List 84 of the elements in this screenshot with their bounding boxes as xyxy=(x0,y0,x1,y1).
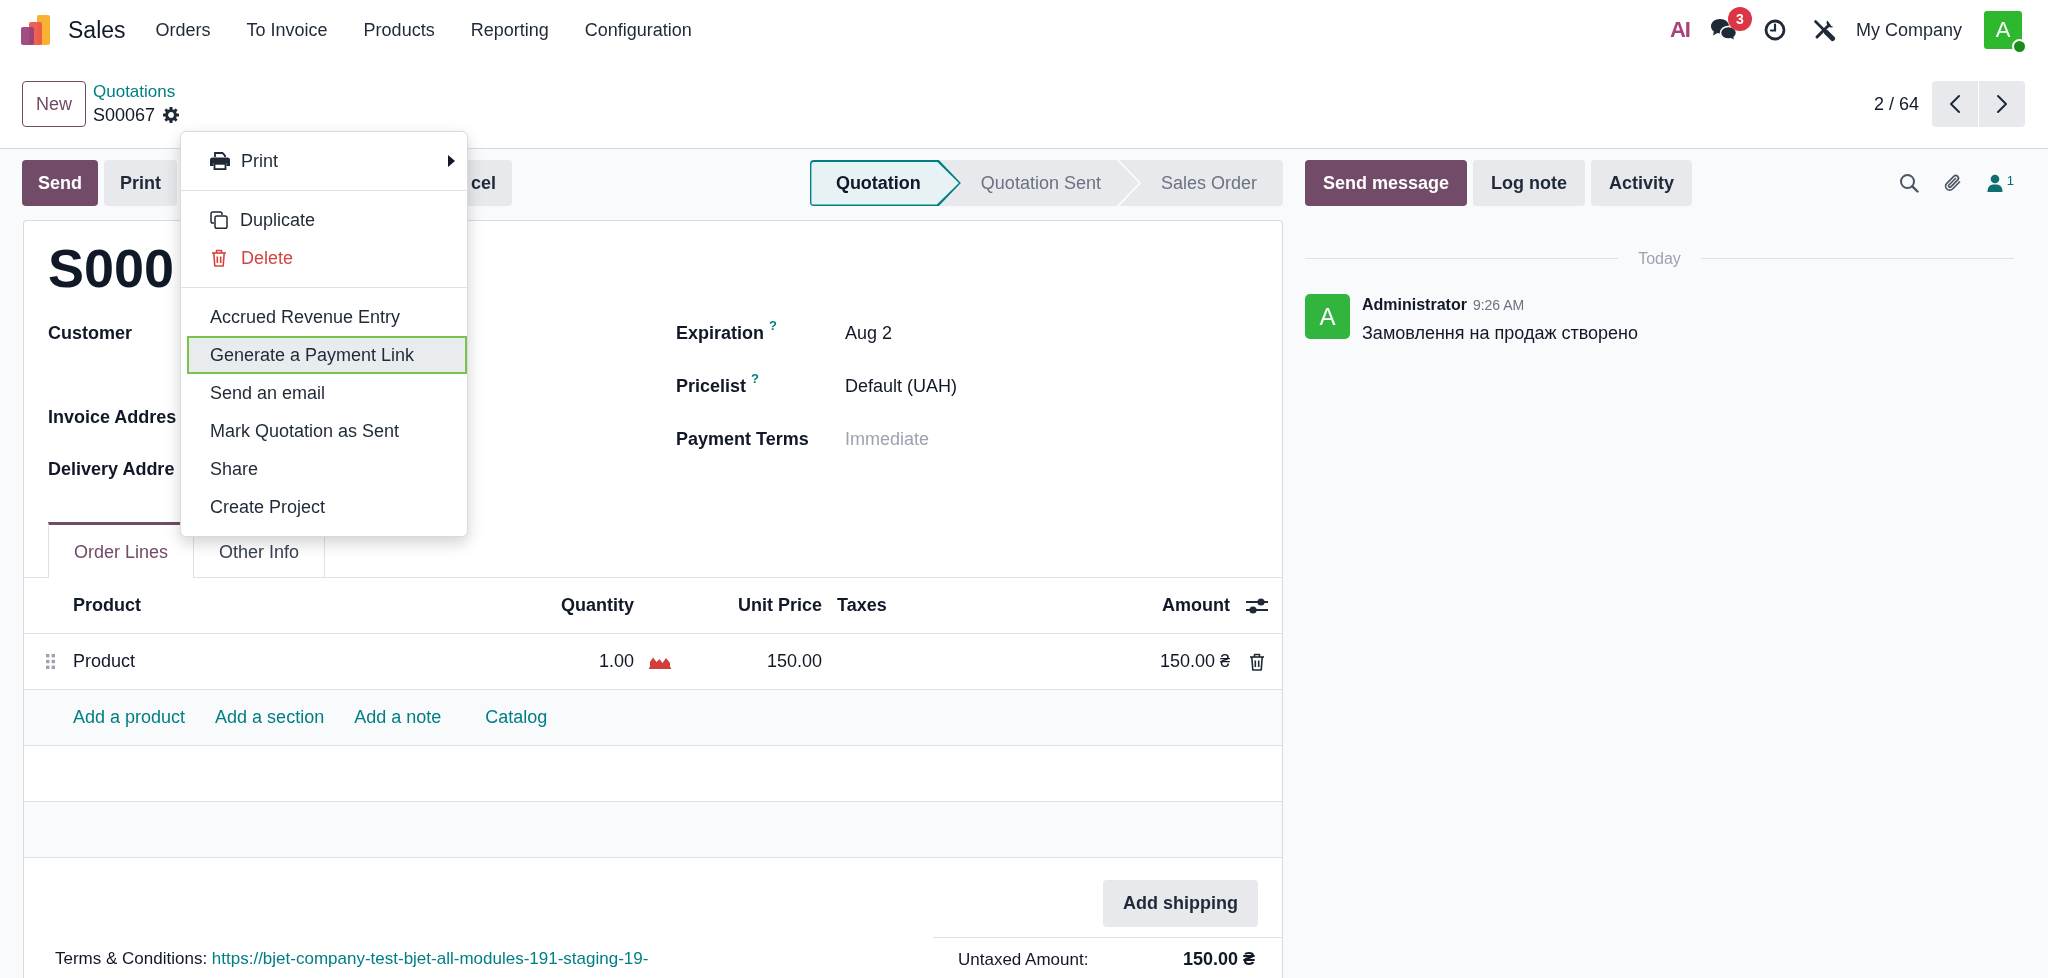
message-text: Замовлення на продаж створено xyxy=(1362,323,1639,344)
add-link[interactable]: Catalog xyxy=(485,707,548,728)
nav-menu-item[interactable]: Configuration xyxy=(566,15,710,45)
add-link[interactable]: Add a product xyxy=(73,707,186,728)
new-button[interactable]: New xyxy=(22,81,86,127)
caret-right-icon xyxy=(448,155,455,167)
column-header[interactable]: Unit Price xyxy=(691,595,822,616)
search-icon[interactable] xyxy=(1898,173,1919,193)
chatter-button[interactable]: Activity xyxy=(1591,160,1693,206)
table-cell: 150.00 xyxy=(766,651,822,672)
nav-menu-item[interactable]: Reporting xyxy=(452,15,567,45)
nav-menu-item[interactable]: Products xyxy=(345,15,453,45)
dropdown-item[interactable]: Send an email xyxy=(181,374,467,412)
dropdown-item[interactable]: Accrued Revenue Entry xyxy=(181,298,467,336)
table-cell: Product xyxy=(73,651,136,672)
status-step[interactable]: Quotation Sent xyxy=(962,160,1141,206)
paperclip-icon[interactable] xyxy=(1942,173,1963,193)
field-label: Expiration xyxy=(676,322,764,345)
date-divider: Today xyxy=(1637,249,1682,268)
printer-icon xyxy=(210,152,230,170)
terms-text: Terms & Conditions: https://bjet-company-test-bjet-all-modules-191-staging-19- xyxy=(54,948,649,969)
app-logo-icon[interactable] xyxy=(20,15,52,45)
add-link[interactable]: Add a section xyxy=(215,707,325,728)
dropdown-item[interactable]: Share xyxy=(181,450,467,488)
field-label: Delivery Addre xyxy=(48,459,175,479)
settings-icon[interactable] xyxy=(163,107,180,123)
field-label: Pricelist xyxy=(676,375,747,398)
dropdown-item[interactable]: Duplicate xyxy=(181,201,467,239)
chevron-right-icon xyxy=(1996,94,2008,114)
record-name: S00067 xyxy=(93,104,156,127)
help-mark[interactable]: ? xyxy=(769,319,777,333)
action-button[interactable]: Send xyxy=(22,160,98,206)
table-cell: 150.00 ₴ xyxy=(1159,651,1230,672)
dropdown-item[interactable]: Generate a Payment Link xyxy=(187,336,467,374)
company-switcher[interactable]: My Company xyxy=(1855,19,1962,41)
trash-icon xyxy=(211,249,227,267)
breadcrumb-link[interactable]: Quotations xyxy=(93,81,180,103)
total-value: 150.00 ₴ xyxy=(1182,949,1255,970)
notification-badge: 3 xyxy=(1727,7,1752,31)
clock-icon[interactable] xyxy=(1763,19,1786,41)
status-step[interactable]: Quotation xyxy=(809,160,961,206)
delete-icon[interactable] xyxy=(1249,652,1265,671)
field-value[interactable]: Aug 2 xyxy=(845,319,893,347)
chevron-left-icon xyxy=(1949,94,1961,114)
next-button[interactable] xyxy=(1979,81,2025,127)
nav-menu-item[interactable]: Orders xyxy=(137,15,229,45)
add-link[interactable]: Add a note xyxy=(354,707,442,728)
column-header[interactable]: Product xyxy=(73,595,541,616)
dropdown-item[interactable]: Print xyxy=(181,142,467,180)
field-value[interactable]: Default (UAH) xyxy=(845,372,958,400)
help-mark[interactable]: ? xyxy=(751,372,759,386)
author-name[interactable]: Administrator xyxy=(1362,296,1467,313)
message-time: 9:26 AM xyxy=(1472,297,1525,313)
followers-button[interactable]: 1 xyxy=(1986,174,2014,192)
app-name[interactable]: Sales xyxy=(68,16,126,44)
field-label: Customer xyxy=(48,323,132,343)
tools-icon[interactable] xyxy=(1811,18,1836,42)
ai-button[interactable]: AI xyxy=(1669,17,1690,43)
previous-button[interactable] xyxy=(1932,81,1978,127)
nav-menu-item[interactable]: To Invoice xyxy=(228,15,346,45)
column-header[interactable]: Amount xyxy=(1001,595,1230,616)
copy-icon xyxy=(210,211,228,229)
drag-handle-icon[interactable] xyxy=(46,654,55,669)
terms-link[interactable]: https://bjet-company-test-bjet-all-modules-191-staging-19- xyxy=(211,949,649,968)
chatter-button[interactable]: Log note xyxy=(1473,160,1586,206)
input-field[interactable]: Immediate xyxy=(845,425,1145,453)
action-button[interactable]: Print xyxy=(104,160,178,206)
column-header[interactable]: Quantity xyxy=(541,595,634,616)
add-shipping-button[interactable]: Add shipping xyxy=(1103,880,1258,927)
dropdown-item[interactable]: Delete xyxy=(181,239,467,277)
field-label: Invoice Addres xyxy=(48,407,177,427)
chatter-button[interactable]: Send message xyxy=(1305,160,1468,206)
field-label: Payment Terms xyxy=(676,428,809,451)
table-cell: 1.00 xyxy=(598,651,634,672)
tab[interactable]: Order Lines xyxy=(48,522,195,578)
pager-counter: 2 / 64 xyxy=(1873,93,1919,115)
total-label: Untaxed Amount: xyxy=(958,949,1089,970)
author-avatar: A xyxy=(1305,294,1350,339)
action-button[interactable]: cel xyxy=(467,160,512,206)
person-icon xyxy=(1986,174,2003,192)
dropdown-item[interactable]: Mark Quotation as Sent xyxy=(181,412,467,450)
column-header[interactable]: Taxes xyxy=(822,595,1001,616)
record-title: S000 xyxy=(48,237,175,299)
column-settings-icon[interactable] xyxy=(1246,597,1268,614)
